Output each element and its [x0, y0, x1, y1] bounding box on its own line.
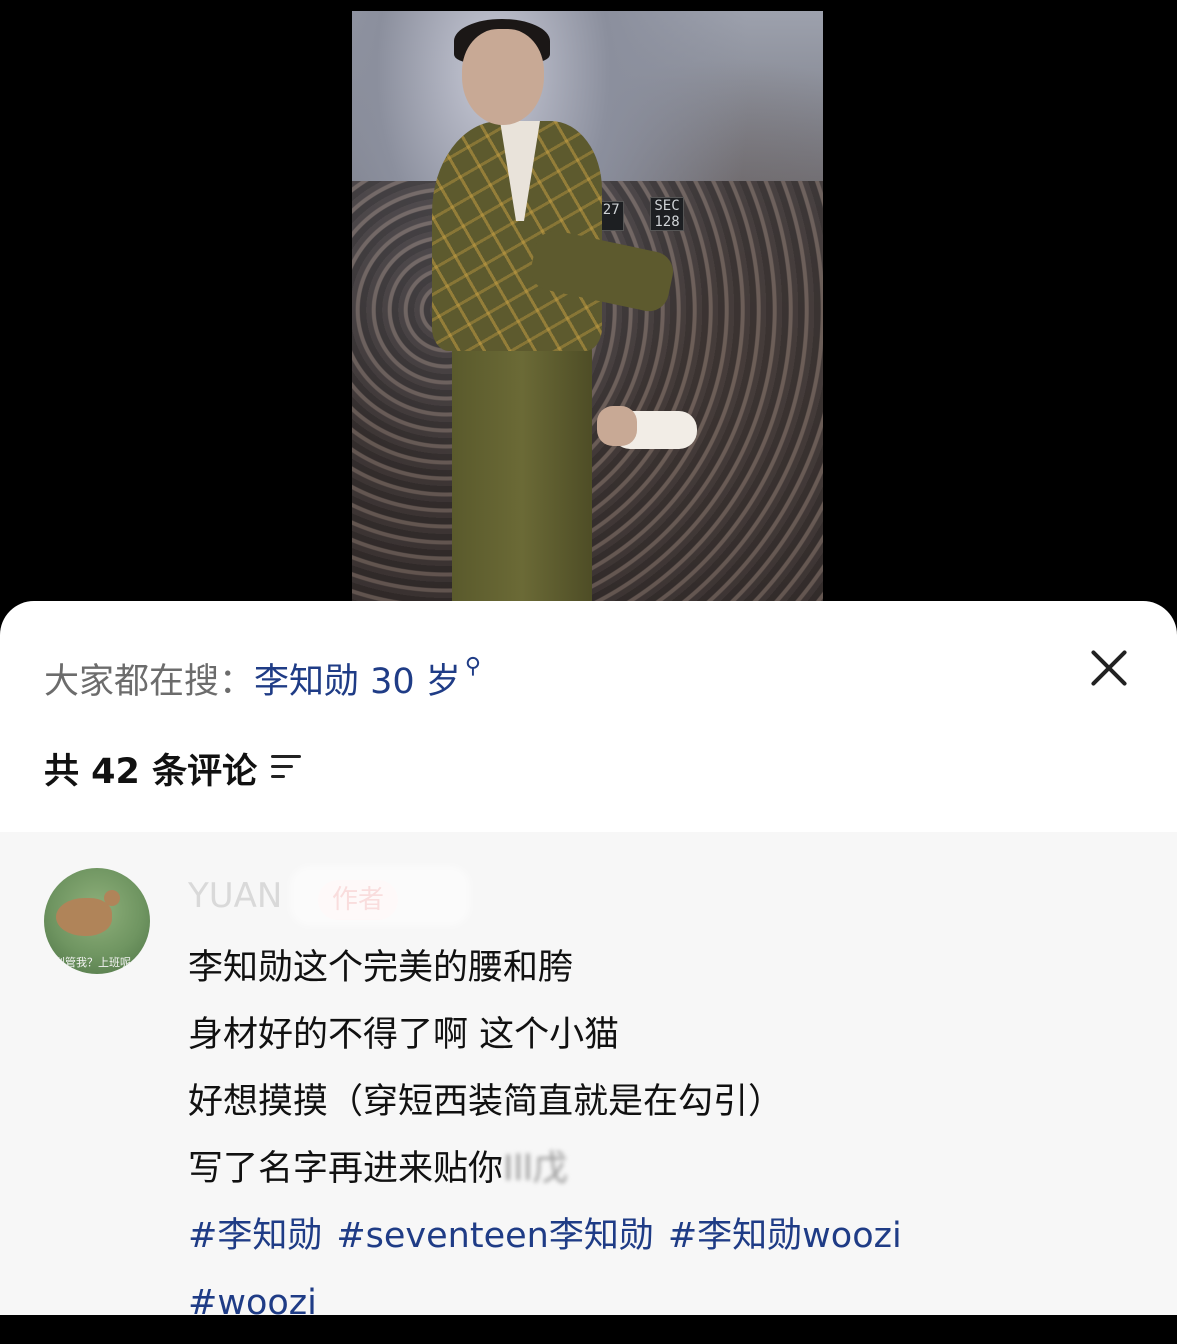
comment-line: 身材好的不得了啊 这个小猫 — [188, 1015, 620, 1055]
hot-search-label: 大家都在搜： — [44, 661, 255, 702]
comment-username[interactable]: YUAN — [188, 876, 282, 916]
performer — [432, 11, 697, 611]
comment-line: 好想摸摸（穿短西装简直就是在勾引） — [188, 1082, 784, 1122]
hashtag-link[interactable]: #李知勋woozi — [668, 1216, 902, 1256]
hashtag-link[interactable]: #李知勋 — [188, 1216, 322, 1256]
comment-line-text: 写了名字再进来贴你 — [188, 1149, 504, 1189]
search-icon[interactable]: ⚲ — [465, 654, 481, 679]
performer-head — [462, 29, 544, 125]
hashtag-link[interactable]: #woozi — [188, 1283, 317, 1323]
username-blur-overlay — [290, 866, 470, 926]
avatar-caption: 别管我？上班呢 — [54, 956, 131, 969]
video-player[interactable]: 127 SEC 128 — [352, 11, 823, 611]
avatar[interactable]: 别管我？上班呢 — [44, 868, 150, 974]
comment-line: 写了名字再进来贴你Ill戊 — [188, 1143, 1138, 1210]
comment-line: 李知勋这个完美的腰和胯 — [188, 948, 574, 988]
hot-search-bar[interactable]: 大家都在搜： 李知勋 30 岁 ⚲ — [44, 654, 481, 702]
hot-search-term[interactable]: 李知勋 30 岁 — [254, 653, 461, 704]
blurred-text: Ill戊 — [503, 1149, 568, 1189]
close-button[interactable] — [1080, 640, 1136, 696]
performer-pants — [452, 331, 592, 611]
hashtag-row: #李知勋 #seventeen李知勋 #李知勋woozi — [188, 1210, 1138, 1277]
hashtag-row: #woozi — [188, 1277, 1138, 1344]
comments-count: 共 42 条评论 — [44, 751, 258, 792]
seat-sign: SEC 128 — [650, 197, 684, 231]
sort-icon[interactable] — [271, 755, 302, 781]
chicken-image — [56, 890, 120, 936]
performer-hand — [597, 406, 637, 446]
comment-body: 李知勋这个完美的腰和胯 身材好的不得了啊 这个小猫 好想摸摸（穿短西装简直就是在… — [188, 942, 1138, 1344]
comments-count-header: 共 42 条评论 — [44, 746, 302, 792]
hashtag-link[interactable]: #seventeen李知勋 — [336, 1216, 654, 1256]
